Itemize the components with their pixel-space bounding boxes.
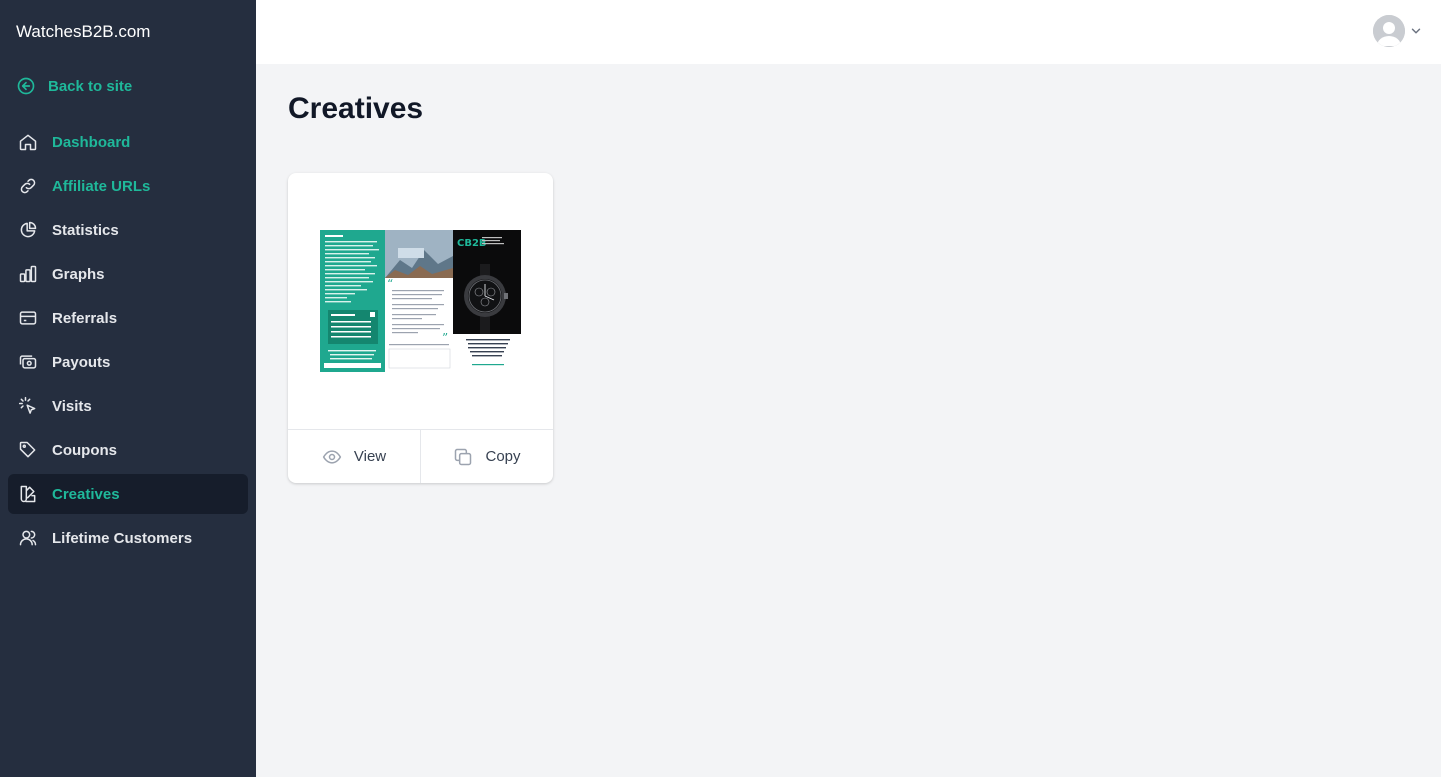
sidebar-item-label: Coupons [52,441,117,459]
sidebar-item-dashboard[interactable]: Dashboard [8,122,248,162]
sidebar-item-label: Creatives [52,485,120,503]
pie-chart-icon [18,220,38,240]
users-icon [18,528,38,548]
sidebar-item-coupons[interactable]: Coupons [8,430,248,470]
view-button[interactable]: View [288,430,420,483]
sidebar-item-payouts[interactable]: Payouts [8,342,248,382]
avatar [1373,15,1405,47]
sidebar-item-label: Graphs [52,265,105,283]
sidebar-nav: Dashboard Affiliate URLs Statistics Grap… [8,122,248,562]
creative-card-actions: View Copy [288,429,553,483]
sidebar: WatchesB2B.com Back to site Dashboard Af… [0,0,256,777]
creative-card: “ ” CB2B View Copy [288,173,553,483]
view-label: View [353,448,387,465]
brand-name[interactable]: WatchesB2B.com [16,22,150,42]
sidebar-item-label: Referrals [52,309,118,327]
link-icon [18,176,38,196]
chevron-down-icon [1411,28,1421,34]
sidebar-item-label: Payouts [52,353,111,371]
page-title: Creatives [288,92,424,125]
svg-text:”: ” [442,331,448,345]
sidebar-item-referrals[interactable]: Referrals [8,298,248,338]
sidebar-item-affiliate-urls[interactable]: Affiliate URLs [8,166,248,206]
sidebar-item-label: Dashboard [52,133,131,151]
home-icon [18,132,38,152]
sidebar-item-label: Visits [52,397,92,415]
cash-icon [18,352,38,372]
sidebar-item-graphs[interactable]: Graphs [8,254,248,294]
sidebar-item-statistics[interactable]: Statistics [8,210,248,250]
cursor-click-icon [18,396,38,416]
sidebar-item-label: Statistics [52,221,119,239]
user-menu-button[interactable] [1373,15,1423,47]
arrow-left-circle-icon [17,77,35,95]
back-to-site-label: Back to site [48,77,133,95]
bar-chart-icon [18,264,38,284]
svg-text:“: “ [387,277,393,291]
sidebar-item-label: Affiliate URLs [52,177,151,195]
sidebar-item-visits[interactable]: Visits [8,386,248,426]
creative-preview-image[interactable]: “ ” CB2B [320,230,521,372]
copy-button[interactable]: Copy [420,430,553,483]
eye-icon [322,449,342,464]
tag-icon [18,440,38,460]
sidebar-item-lifetime-customers[interactable]: Lifetime Customers [8,518,248,558]
credit-card-icon [18,308,38,328]
copy-icon [455,448,472,465]
top-bar [256,0,1441,64]
sidebar-item-label: Lifetime Customers [52,529,193,547]
swatch-icon [18,484,38,504]
copy-label: Copy [485,448,521,465]
sidebar-item-creatives[interactable]: Creatives [8,474,248,514]
back-to-site-link[interactable]: Back to site [16,76,132,96]
